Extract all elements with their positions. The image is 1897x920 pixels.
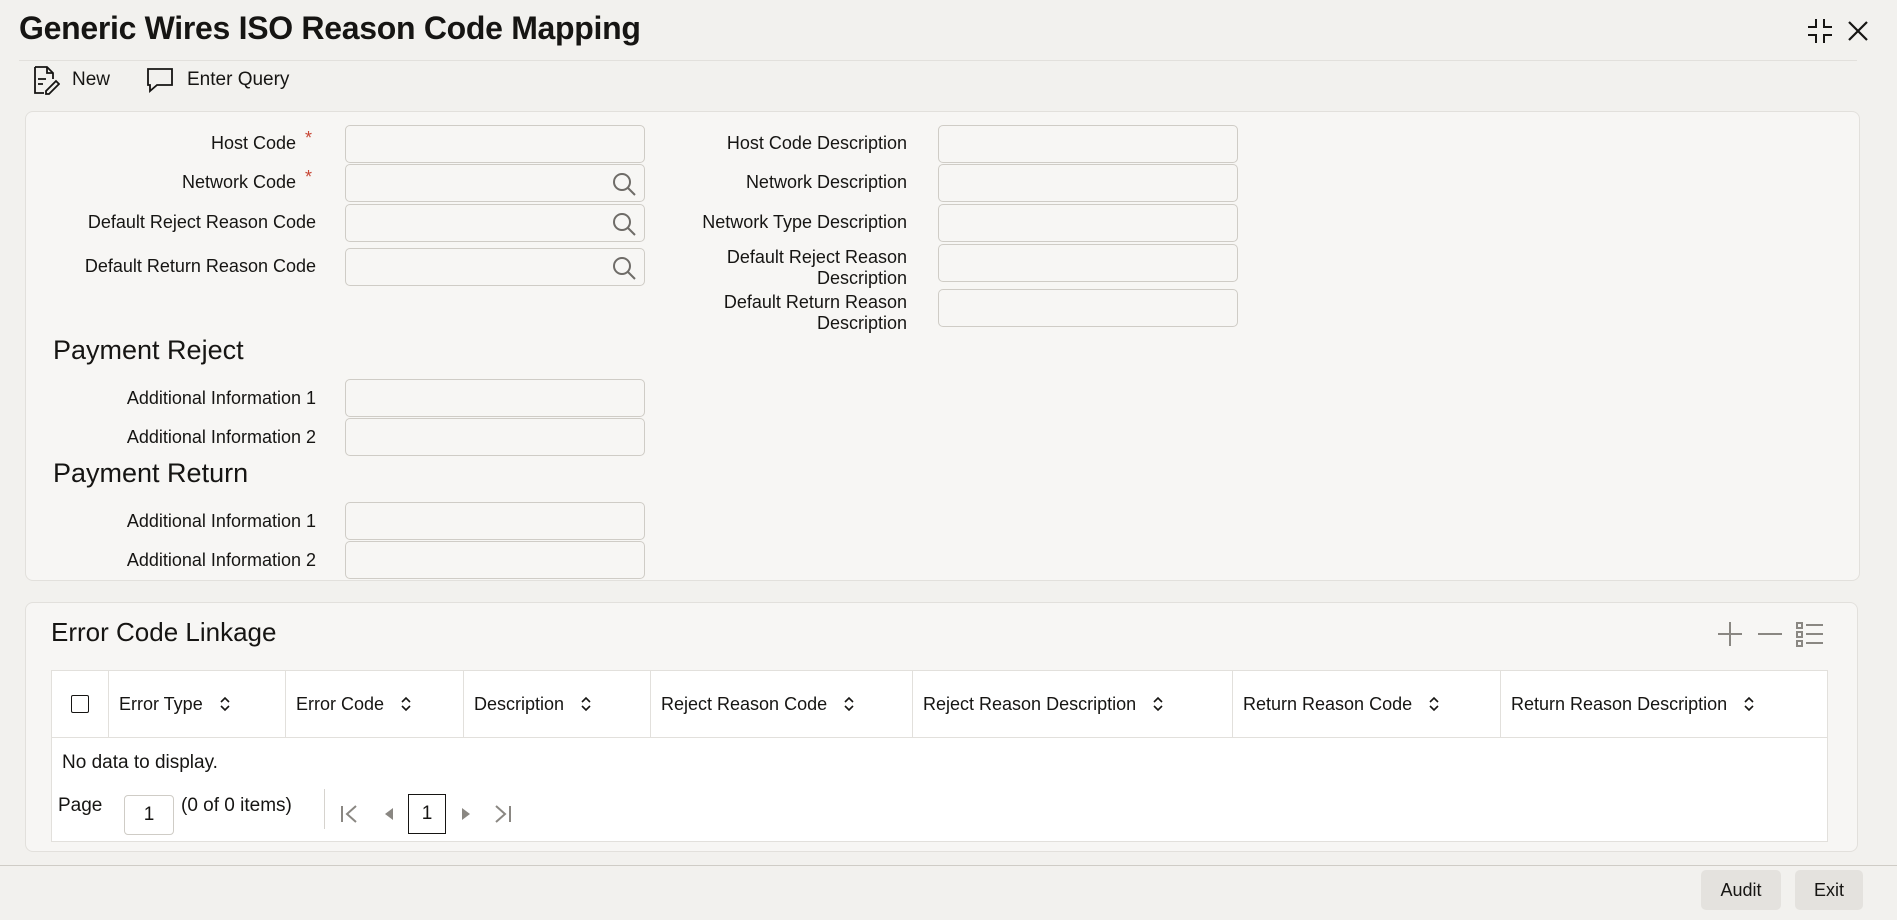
error-code-linkage-heading: Error Code Linkage [51,617,277,647]
sort-icon[interactable] [1428,696,1440,712]
new-label: New [72,69,111,90]
return-additional-info-1-label: Additional Information 1 [126,511,316,531]
previous-page-icon [385,808,393,820]
default-return-reason-code-label: Default Return Reason Code [84,256,316,276]
network-type-description-field[interactable] [938,204,1238,242]
payment-reject-heading: Payment Reject [53,335,244,365]
column-header-return-reason-code[interactable]: Return Reason Code [1233,671,1501,737]
network-code-input[interactable] [345,164,645,202]
page-number-input[interactable]: 1 [124,795,174,835]
default-reject-reason-description-label-line2: Description [816,268,907,288]
search-icon[interactable] [611,171,637,197]
items-count-text: (0 of 0 items) [181,795,292,816]
column-header-reject-reason-code[interactable]: Reject Reason Code [651,671,913,737]
footer-divider [0,865,1897,866]
column-header-label: Return Reason Description [1511,693,1728,714]
column-header-label: Reject Reason Code [661,693,828,714]
error-code-linkage-table: Error Type Error Code Description Reject… [51,670,1828,842]
new-icon [34,66,60,95]
close-icon [1848,21,1868,41]
default-reject-reason-code-label: Default Reject Reason Code [87,212,316,232]
current-page-button[interactable]: 1 [408,794,446,834]
sort-icon[interactable] [1152,696,1164,712]
payment-return-heading: Payment Return [53,458,249,488]
network-code-label: Network Code [181,172,296,192]
default-reject-reason-description-field[interactable] [938,244,1238,282]
default-return-reason-description-label-line2: Description [816,313,907,333]
last-page-button[interactable] [491,803,513,830]
search-icon[interactable] [611,211,637,237]
column-header-label: Return Reason Code [1243,693,1413,714]
table-header-row: Error Type Error Code Description Reject… [52,671,1827,738]
next-page-button[interactable] [457,803,475,830]
new-button[interactable]: New [32,62,110,98]
add-row-icon [1718,622,1742,646]
last-page-icon [495,805,511,823]
network-description-label: Network Description [745,172,907,192]
host-code-label: Host Code [210,133,296,153]
select-all-checkbox[interactable] [71,695,89,713]
column-header-error-code[interactable]: Error Code [286,671,464,737]
delete-row-icon [1758,633,1782,635]
first-page-icon [341,805,357,823]
return-additional-info-2-input[interactable] [345,541,645,579]
column-header-error-type[interactable]: Error Type [109,671,286,737]
reject-additional-info-1-input[interactable] [345,379,645,417]
minimize-button[interactable] [1803,14,1837,48]
default-return-reason-description-label: Default Return Reason Description [650,292,907,334]
network-description-field[interactable] [938,164,1238,202]
single-record-view-icon [1796,622,1823,647]
host-code-input[interactable] [345,125,645,163]
title-divider [19,60,1857,61]
page-label: Page [58,795,103,816]
first-page-button[interactable] [339,803,361,830]
column-header-label: Reject Reason Description [923,693,1137,714]
audit-button[interactable]: Audit [1701,870,1781,910]
page-title: Generic Wires ISO Reason Code Mapping [19,10,641,46]
default-reject-reason-code-input[interactable] [345,204,645,242]
host-code-description-field[interactable] [938,125,1238,163]
previous-page-button[interactable] [380,803,398,830]
host-code-description-label: Host Code Description [726,133,907,153]
delete-row-button[interactable] [1756,620,1784,653]
return-additional-info-2-label: Additional Information 2 [126,550,316,570]
minimize-icon [1808,19,1832,43]
select-all-cell [52,671,109,737]
reject-additional-info-2-label: Additional Information 2 [126,427,316,447]
sort-icon[interactable] [1743,696,1755,712]
enter-query-label: Enter Query [187,69,290,90]
single-record-view-button[interactable] [1795,620,1825,653]
pagination-divider [324,789,325,829]
enter-query-button[interactable]: Enter Query [145,62,289,98]
close-button[interactable] [1841,14,1875,48]
column-header-description[interactable]: Description [464,671,651,737]
table-empty-message: No data to display. [62,752,218,773]
default-reject-reason-description-label-line1: Default Reject Reason [726,247,907,267]
sort-icon[interactable] [219,696,231,712]
column-header-label: Error Code [296,693,385,714]
default-return-reason-description-label-line1: Default Return Reason [723,292,907,312]
exit-button[interactable]: Exit [1795,870,1863,910]
next-page-icon [462,808,470,820]
sort-icon[interactable] [580,696,592,712]
reject-additional-info-1-label: Additional Information 1 [126,388,316,408]
column-header-label: Description [474,693,565,714]
reject-additional-info-2-input[interactable] [345,418,645,456]
column-header-return-reason-description[interactable]: Return Reason Description [1501,671,1827,737]
network-type-description-label: Network Type Description [702,212,907,232]
return-additional-info-1-input[interactable] [345,502,645,540]
default-return-reason-description-field[interactable] [938,289,1238,327]
column-header-reject-reason-description[interactable]: Reject Reason Description [913,671,1233,737]
host-code-required-mark: * [305,128,313,148]
default-reject-reason-description-label: Default Reject Reason Description [650,247,907,289]
default-return-reason-code-input[interactable] [345,248,645,286]
network-code-required-mark: * [305,167,313,187]
sort-icon[interactable] [400,696,412,712]
sort-icon[interactable] [843,696,855,712]
search-icon[interactable] [611,255,637,281]
enter-query-icon [147,68,173,93]
column-header-label: Error Type [119,693,203,714]
add-row-button[interactable] [1716,620,1744,653]
